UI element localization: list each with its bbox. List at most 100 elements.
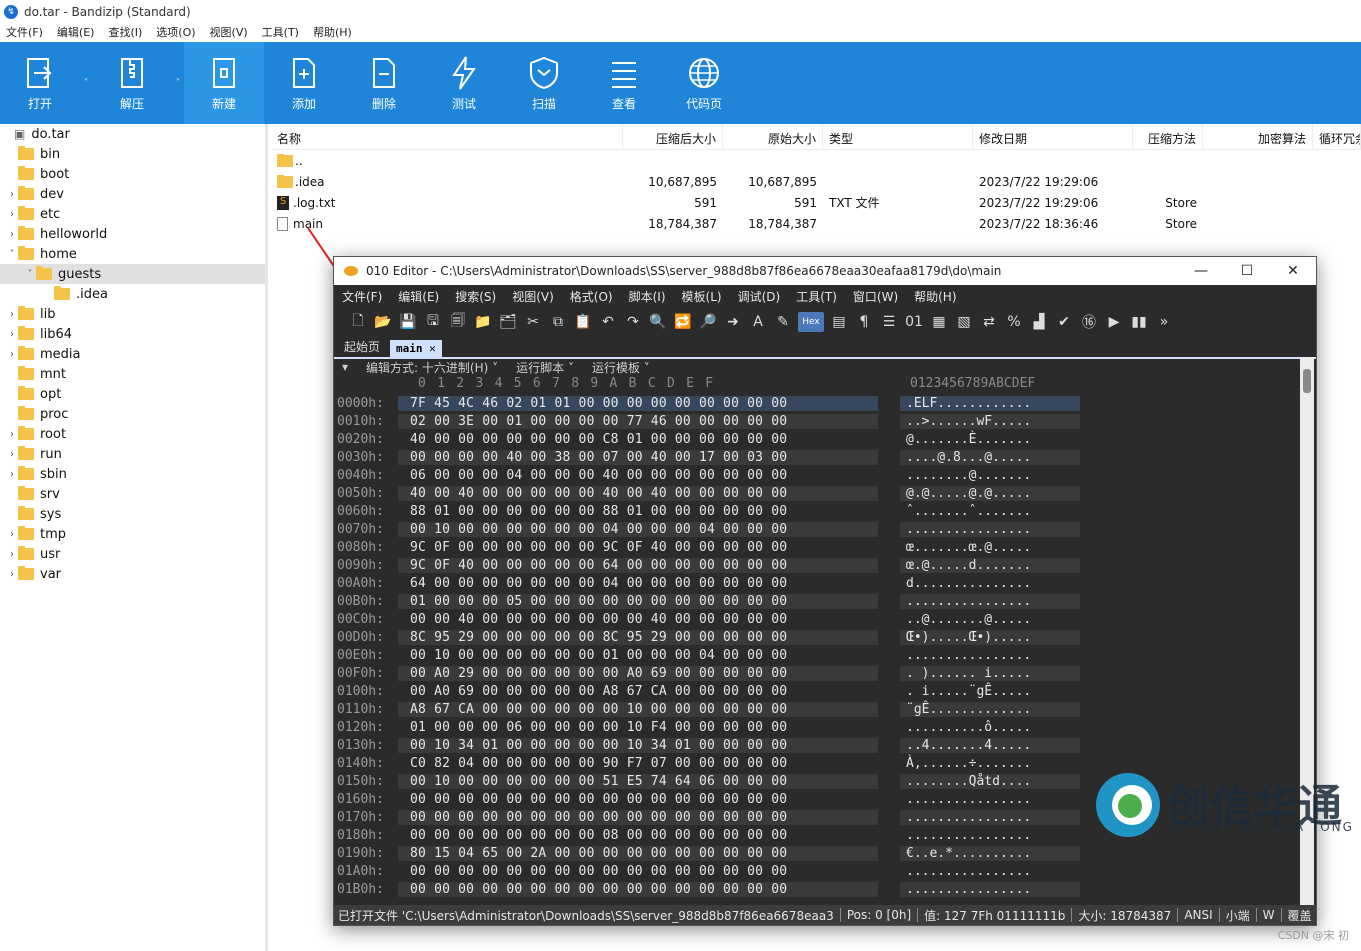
hex-row-ascii[interactable]: ................ bbox=[900, 864, 1080, 879]
highlight-icon[interactable]: ✎ bbox=[773, 312, 793, 332]
tree-item[interactable]: › var bbox=[0, 564, 265, 584]
copy-icon[interactable]: ⧉ bbox=[548, 312, 568, 332]
hex-row-ascii[interactable]: ................ bbox=[900, 648, 1080, 663]
hex-row[interactable]: 0050h: 40 00 40 00 00 00 00 00 40 00 40 0… bbox=[334, 484, 1300, 502]
compare-icon[interactable]: ⇄ bbox=[979, 312, 999, 332]
tree-item[interactable]: › lib64 bbox=[0, 324, 265, 344]
hex-row[interactable]: 00F0h: 00 A0 29 00 00 00 00 00 00 A0 69 0… bbox=[334, 664, 1300, 682]
column-header[interactable]: 修改日期 bbox=[973, 124, 1133, 149]
tree-expand-chevron-icon[interactable]: › bbox=[6, 349, 18, 360]
hex-row[interactable]: 0060h: 88 01 00 00 00 00 00 00 88 01 00 0… bbox=[334, 502, 1300, 520]
ribbon-dropdown-chevron-icon[interactable]: ˅ bbox=[80, 42, 92, 124]
hex-row-bytes[interactable]: 80 15 04 65 00 2A 00 00 00 00 00 00 00 0… bbox=[398, 845, 878, 861]
hex-row-bytes[interactable]: A8 67 CA 00 00 00 00 00 00 10 00 00 00 0… bbox=[398, 701, 878, 717]
tree-item[interactable]: › run bbox=[0, 444, 265, 464]
text-mode-icon[interactable]: ☰ bbox=[879, 312, 899, 332]
menu-item[interactable]: 帮助(H) bbox=[313, 24, 352, 42]
hex-row-ascii[interactable]: ........@....... bbox=[900, 468, 1080, 483]
hex-row-bytes[interactable]: C0 82 04 00 00 00 00 00 90 F7 07 00 00 0… bbox=[398, 756, 878, 771]
tree-expand-chevron-icon[interactable]: › bbox=[6, 529, 18, 540]
hex-row-bytes[interactable]: 7F 45 4C 46 02 01 01 00 00 00 00 00 00 0… bbox=[398, 395, 878, 411]
hex-row-ascii[interactable]: ..>......wF..... bbox=[900, 413, 1080, 429]
hex-row[interactable]: 0100h: 00 A0 69 00 00 00 00 00 A8 67 CA 0… bbox=[334, 682, 1300, 700]
hex-row-ascii[interactable]: ¨gÊ............. bbox=[900, 701, 1080, 717]
column-header[interactable]: 压缩方法 bbox=[1133, 124, 1203, 149]
tree-item[interactable]: › root bbox=[0, 424, 265, 444]
close-button[interactable]: ✕ bbox=[1270, 257, 1316, 285]
tree-item[interactable]: › lib bbox=[0, 304, 265, 324]
hex-row[interactable]: 00A0h: 64 00 00 00 00 00 00 00 04 00 00 0… bbox=[334, 574, 1300, 592]
hex-row-ascii[interactable]: ................ bbox=[900, 593, 1080, 609]
hex-row-ascii[interactable]: . )...... i..... bbox=[900, 665, 1080, 681]
hex-row-ascii[interactable]: @.......È....... bbox=[900, 432, 1080, 447]
ribbon-scan-shield-button[interactable]: 扫描 bbox=[504, 42, 584, 124]
tree-expand-chevron-icon[interactable]: › bbox=[6, 329, 18, 340]
tab-close-icon[interactable]: ✕ bbox=[429, 342, 436, 355]
tree-item[interactable]: mnt bbox=[0, 364, 265, 384]
hex-row-ascii[interactable]: ..........ô..... bbox=[900, 720, 1080, 735]
tree-expand-chevron-icon[interactable]: › bbox=[6, 549, 18, 560]
hex-row-ascii[interactable]: ..4.......4..... bbox=[900, 737, 1080, 753]
binary-mode-icon[interactable]: 01 bbox=[904, 312, 924, 332]
hex-row-bytes[interactable]: 06 00 00 00 04 00 00 00 40 00 00 00 00 0… bbox=[398, 468, 878, 483]
tree-expand-chevron-icon[interactable]: › bbox=[6, 229, 18, 240]
hex-row-bytes[interactable]: 00 A0 29 00 00 00 00 00 00 A0 69 00 00 0… bbox=[398, 665, 878, 681]
columns-icon[interactable]: ▤ bbox=[829, 312, 849, 332]
editor-menu-item[interactable]: 视图(V) bbox=[512, 288, 554, 305]
hex-row-ascii[interactable]: À‚......÷....... bbox=[900, 756, 1080, 771]
hex-row-bytes[interactable]: 00 10 00 00 00 00 00 00 01 00 00 00 04 0… bbox=[398, 648, 878, 663]
ribbon-test-button[interactable]: 测试 bbox=[424, 42, 504, 124]
tree-item[interactable]: › helloworld bbox=[0, 224, 265, 244]
tree-expand-chevron-icon[interactable]: › bbox=[6, 309, 18, 320]
editor-menu-item[interactable]: 编辑(E) bbox=[398, 288, 439, 305]
hex-row[interactable]: 00D0h: 8C 95 29 00 00 00 00 00 8C 95 29 0… bbox=[334, 628, 1300, 646]
menu-item[interactable]: 选项(O) bbox=[156, 24, 195, 42]
pilcrow-icon[interactable]: ¶ bbox=[854, 312, 874, 332]
tree-expand-chevron-icon[interactable]: › bbox=[6, 189, 18, 200]
hex-row[interactable]: 0110h: A8 67 CA 00 00 00 00 00 00 10 00 0… bbox=[334, 700, 1300, 718]
tree-expand-chevron-icon[interactable]: › bbox=[6, 449, 18, 460]
hex-row-bytes[interactable]: 00 A0 69 00 00 00 00 00 A8 67 CA 00 00 0… bbox=[398, 684, 878, 699]
find-icon[interactable]: 🔍 bbox=[648, 312, 668, 332]
maximize-button[interactable]: ☐ bbox=[1224, 257, 1270, 285]
tree-expand-chevron-icon[interactable] bbox=[42, 289, 54, 300]
hex-row-ascii[interactable]: ................ bbox=[900, 792, 1080, 807]
stop-icon[interactable]: ▮▮ bbox=[1129, 312, 1149, 332]
hex-row-ascii[interactable]: ........Qåtd.... bbox=[900, 773, 1080, 789]
tree-expand-chevron-icon[interactable] bbox=[6, 369, 18, 380]
percent-icon[interactable]: % bbox=[1004, 312, 1024, 332]
hex-row[interactable]: 01B0h: 00 00 00 00 00 00 00 00 00 00 00 0… bbox=[334, 880, 1300, 898]
hex-row[interactable]: 0190h: 80 15 04 65 00 2A 00 00 00 00 00 0… bbox=[334, 844, 1300, 862]
ribbon-add-file-button[interactable]: 添加 bbox=[264, 42, 344, 124]
hex-row[interactable]: 0090h: 9C 0F 40 00 00 00 00 00 64 00 00 0… bbox=[334, 556, 1300, 574]
column-header[interactable]: 加密算法 bbox=[1203, 124, 1313, 149]
hex-row-bytes[interactable]: 88 01 00 00 00 00 00 00 88 01 00 00 00 0… bbox=[398, 504, 878, 519]
hex-row-ascii[interactable]: .ELF............ bbox=[900, 395, 1080, 411]
file-row[interactable]: .idea 10,687,895 10,687,895 2023/7/22 19:29… bbox=[271, 171, 1361, 192]
workspace-icon[interactable]: 🗂 bbox=[498, 312, 518, 332]
column-header[interactable]: 压缩后大小 bbox=[623, 124, 723, 149]
hex-row-ascii[interactable]: ................ bbox=[900, 828, 1080, 843]
tree-expand-chevron-icon[interactable]: ˅ bbox=[24, 269, 36, 280]
calculator-icon[interactable]: ▦ bbox=[929, 312, 949, 332]
hex-row-ascii[interactable]: œ.......œ.@..... bbox=[900, 540, 1080, 555]
tree-expand-chevron-icon[interactable] bbox=[2, 129, 14, 140]
hex-row[interactable]: 00E0h: 00 10 00 00 00 00 00 00 01 00 00 0… bbox=[334, 646, 1300, 664]
tree-item[interactable]: proc bbox=[0, 404, 265, 424]
menu-item[interactable]: 查找(I) bbox=[108, 24, 142, 42]
tree-expand-chevron-icon[interactable] bbox=[6, 489, 18, 500]
tree-expand-chevron-icon[interactable] bbox=[6, 389, 18, 400]
tree-item[interactable]: .idea bbox=[0, 284, 265, 304]
hex-row[interactable]: 00C0h: 00 00 40 00 00 00 00 00 00 00 40 0… bbox=[334, 610, 1300, 628]
tree-item[interactable]: › etc bbox=[0, 204, 265, 224]
hex-mode-icon[interactable]: Hex bbox=[798, 312, 824, 332]
tree-expand-chevron-icon[interactable]: › bbox=[6, 429, 18, 440]
hex-row-bytes[interactable]: 00 00 00 00 00 00 00 00 00 00 00 00 00 0… bbox=[398, 792, 878, 807]
undo-icon[interactable]: ↶ bbox=[598, 312, 618, 332]
column-header[interactable]: 原始大小 bbox=[723, 124, 823, 149]
column-header[interactable]: 循环冗余 bbox=[1313, 124, 1361, 149]
editor-menu-item[interactable]: 工具(T) bbox=[796, 288, 837, 305]
ribbon-extract-button[interactable]: 解压 bbox=[92, 42, 172, 124]
save-as-icon[interactable]: 🖫 bbox=[423, 312, 443, 332]
tree-item[interactable]: srv bbox=[0, 484, 265, 504]
